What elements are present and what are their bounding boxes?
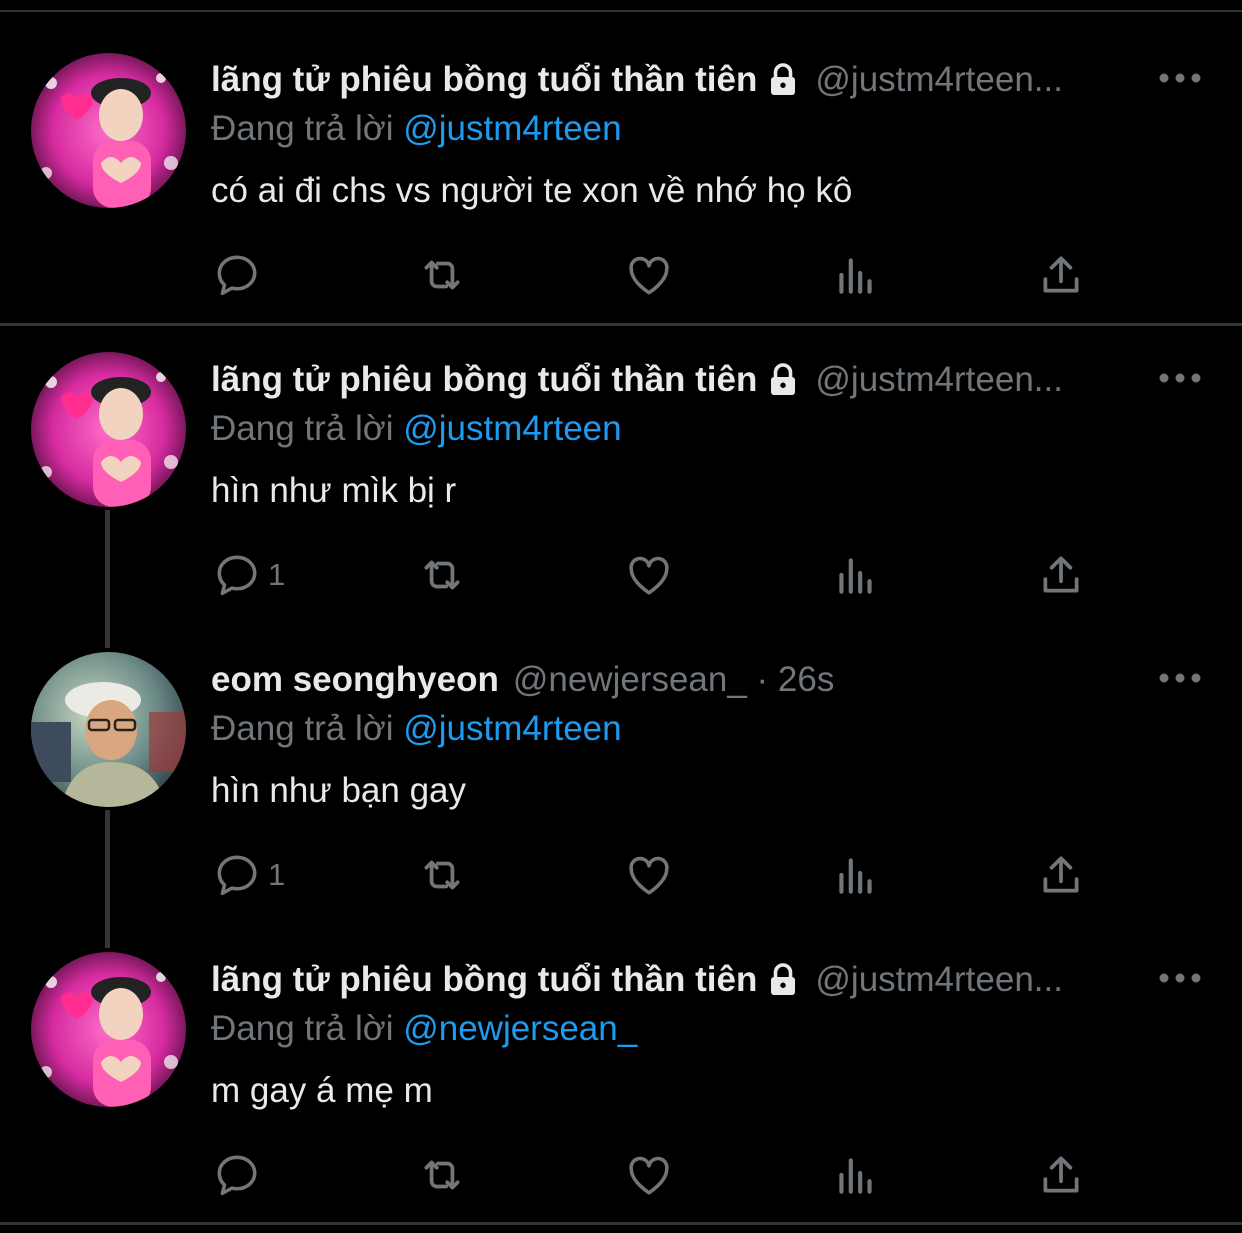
lock-icon — [771, 363, 796, 395]
tweet-header: lãng tử phiêu bồng tuổi thần tiên @justm… — [211, 954, 1063, 1006]
tweet-divider — [0, 1222, 1242, 1225]
mention-link[interactable]: @newjersean_ — [403, 1009, 637, 1048]
share-icon — [1043, 556, 1079, 593]
display-name[interactable]: eom seonghyeon — [211, 660, 499, 700]
user-handle[interactable]: @newjersean_ · 26s — [513, 660, 835, 700]
share-button[interactable] — [1036, 550, 1086, 600]
replying-prefix: Đang trả lời — [211, 109, 394, 148]
avatar[interactable] — [31, 652, 186, 807]
share-icon — [1043, 256, 1079, 293]
replying-to: Đang trả lời @justm4rteen — [211, 109, 622, 149]
analytics-icon — [839, 1158, 872, 1194]
like-button[interactable] — [624, 550, 674, 600]
views-button[interactable] — [831, 550, 881, 600]
heart-icon — [629, 1156, 669, 1195]
display-name[interactable]: lãng tử phiêu bồng tuổi thần tiên — [211, 60, 757, 100]
replying-to: Đang trả lời @justm4rteen — [211, 709, 622, 749]
reply-icon — [217, 255, 257, 296]
tweet-text: m gay á mẹ m — [211, 1071, 433, 1110]
replying-prefix: Đang trả lời — [211, 409, 394, 448]
display-name[interactable]: lãng tử phiêu bồng tuổi thần tiên — [211, 360, 757, 400]
reply-count: 1 — [268, 857, 286, 892]
mention-link[interactable]: @justm4rteen — [403, 409, 621, 448]
user-handle[interactable]: @justm4rteen... — [815, 360, 1063, 400]
lock-icon — [771, 63, 796, 95]
tweet-header: lãng tử phiêu bồng tuổi thần tiên @justm… — [211, 354, 1063, 406]
reply-count: 1 — [268, 557, 286, 592]
heart-icon — [629, 256, 669, 295]
replying-to: Đang trả lời @justm4rteen — [211, 409, 622, 449]
avatar[interactable] — [31, 952, 186, 1107]
top-divider — [0, 0, 1242, 12]
retweet-icon — [424, 1160, 460, 1190]
reply-button[interactable] — [212, 250, 268, 300]
more-options-icon[interactable] — [1158, 68, 1202, 88]
lock-icon — [771, 963, 796, 995]
share-icon — [1043, 856, 1079, 893]
tweet-text: hìn như bạn gay — [211, 771, 467, 810]
heart-icon — [629, 556, 669, 595]
analytics-icon — [839, 558, 872, 594]
thread-connector — [105, 510, 110, 648]
tweet-divider — [0, 323, 1242, 326]
heart-icon — [629, 856, 669, 895]
more-options-icon[interactable] — [1158, 968, 1202, 988]
retweet-button[interactable] — [417, 250, 467, 300]
views-button[interactable] — [831, 1150, 881, 1200]
share-button[interactable] — [1036, 850, 1086, 900]
avatar[interactable] — [31, 53, 186, 208]
reply-icon — [217, 1155, 257, 1196]
like-button[interactable] — [624, 1150, 674, 1200]
retweet-icon — [424, 860, 460, 890]
tweet-text: hìn như mìk bị r — [211, 471, 457, 510]
retweet-icon — [424, 560, 460, 590]
reply-icon — [217, 855, 257, 896]
display-name[interactable]: lãng tử phiêu bồng tuổi thần tiên — [211, 960, 757, 1000]
user-handle[interactable]: @justm4rteen... — [815, 960, 1063, 1000]
replying-prefix: Đang trả lời — [211, 1009, 394, 1048]
avatar[interactable] — [31, 352, 186, 507]
share-button[interactable] — [1036, 250, 1086, 300]
like-button[interactable] — [624, 850, 674, 900]
replying-prefix: Đang trả lời — [211, 709, 394, 748]
mention-link[interactable]: @justm4rteen — [403, 109, 621, 148]
retweet-button[interactable] — [417, 850, 467, 900]
share-button[interactable] — [1036, 1150, 1086, 1200]
thread-connector — [105, 810, 110, 948]
reply-button[interactable] — [212, 1150, 268, 1200]
analytics-icon — [839, 258, 872, 294]
mention-link[interactable]: @justm4rteen — [403, 709, 621, 748]
analytics-icon — [839, 858, 872, 894]
user-handle[interactable]: @justm4rteen... — [815, 60, 1063, 100]
reply-icon — [217, 555, 257, 596]
replying-to: Đang trả lời @newjersean_ — [211, 1009, 637, 1049]
like-button[interactable] — [624, 250, 674, 300]
tweet-header: lãng tử phiêu bồng tuổi thần tiên @justm… — [211, 54, 1063, 106]
more-options-icon[interactable] — [1158, 368, 1202, 388]
tweet-text: có ai đi chs vs người te xon về nhớ họ k… — [211, 171, 853, 210]
reply-button[interactable]: 1 — [212, 850, 285, 900]
views-button[interactable] — [831, 250, 881, 300]
share-icon — [1043, 1156, 1079, 1193]
retweet-icon — [424, 260, 460, 290]
views-button[interactable] — [831, 850, 881, 900]
retweet-button[interactable] — [417, 1150, 467, 1200]
reply-button[interactable]: 1 — [212, 550, 285, 600]
tweet-header: eom seonghyeon @newjersean_ · 26s — [211, 654, 834, 706]
more-options-icon[interactable] — [1158, 668, 1202, 688]
retweet-button[interactable] — [417, 550, 467, 600]
